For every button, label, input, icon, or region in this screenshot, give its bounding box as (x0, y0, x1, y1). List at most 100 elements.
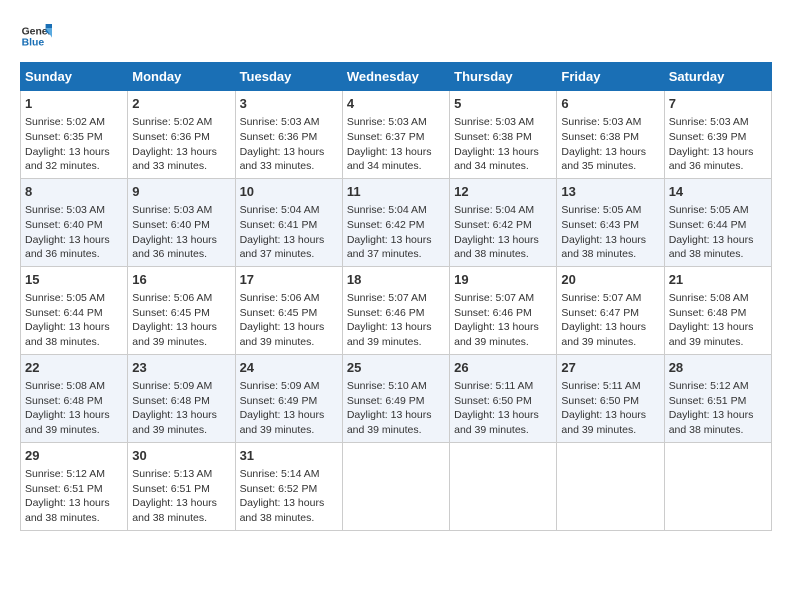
sunrise-text: Sunrise: 5:03 AM (240, 116, 320, 128)
daylight-label: Daylight: 13 hours (669, 409, 754, 421)
sunrise-text: Sunrise: 5:05 AM (669, 204, 749, 216)
daylight-label: Daylight: 13 hours (561, 234, 646, 246)
sunset-text: Sunset: 6:52 PM (240, 483, 318, 495)
day-cell (450, 442, 557, 530)
day-cell: 6Sunrise: 5:03 AMSunset: 6:38 PMDaylight… (557, 91, 664, 179)
sunset-text: Sunset: 6:45 PM (132, 307, 210, 319)
day-number: 16 (132, 271, 230, 289)
daylight-minutes: and 39 minutes. (454, 336, 529, 348)
daylight-label: Daylight: 13 hours (454, 146, 539, 158)
sunrise-text: Sunrise: 5:14 AM (240, 468, 320, 480)
daylight-label: Daylight: 13 hours (669, 321, 754, 333)
daylight-minutes: and 38 minutes. (240, 512, 315, 524)
daylight-label: Daylight: 13 hours (240, 234, 325, 246)
day-cell: 27Sunrise: 5:11 AMSunset: 6:50 PMDayligh… (557, 354, 664, 442)
daylight-label: Daylight: 13 hours (25, 321, 110, 333)
sunrise-text: Sunrise: 5:09 AM (240, 380, 320, 392)
day-cell (664, 442, 771, 530)
daylight-label: Daylight: 13 hours (25, 234, 110, 246)
day-number: 11 (347, 183, 445, 201)
day-cell: 25Sunrise: 5:10 AMSunset: 6:49 PMDayligh… (342, 354, 449, 442)
sunrise-text: Sunrise: 5:08 AM (25, 380, 105, 392)
daylight-minutes: and 32 minutes. (25, 160, 100, 172)
daylight-minutes: and 39 minutes. (454, 424, 529, 436)
day-number: 20 (561, 271, 659, 289)
logo-icon: General Blue (20, 20, 52, 52)
day-cell: 9Sunrise: 5:03 AMSunset: 6:40 PMDaylight… (128, 178, 235, 266)
sunset-text: Sunset: 6:51 PM (132, 483, 210, 495)
day-cell: 28Sunrise: 5:12 AMSunset: 6:51 PMDayligh… (664, 354, 771, 442)
sunset-text: Sunset: 6:47 PM (561, 307, 639, 319)
daylight-label: Daylight: 13 hours (454, 234, 539, 246)
day-number: 28 (669, 359, 767, 377)
sunrise-text: Sunrise: 5:04 AM (240, 204, 320, 216)
daylight-label: Daylight: 13 hours (669, 234, 754, 246)
daylight-minutes: and 35 minutes. (561, 160, 636, 172)
sunset-text: Sunset: 6:38 PM (454, 131, 532, 143)
sunrise-text: Sunrise: 5:07 AM (347, 292, 427, 304)
sunset-text: Sunset: 6:50 PM (454, 395, 532, 407)
day-cell (557, 442, 664, 530)
sunset-text: Sunset: 6:39 PM (669, 131, 747, 143)
svg-text:Blue: Blue (22, 38, 45, 49)
sunrise-text: Sunrise: 5:06 AM (132, 292, 212, 304)
daylight-minutes: and 33 minutes. (132, 160, 207, 172)
sunrise-text: Sunrise: 5:03 AM (454, 116, 534, 128)
day-cell: 5 Sunrise: 5:03 AM Sunset: 6:38 PM Daylight… (450, 91, 557, 179)
day-number: 26 (454, 359, 552, 377)
sunrise-text: Sunrise: 5:12 AM (669, 380, 749, 392)
day-number: 15 (25, 271, 123, 289)
sunrise-text: Sunrise: 5:08 AM (669, 292, 749, 304)
sunrise-text: Sunrise: 5:02 AM (25, 116, 105, 128)
day-number: 7 (669, 95, 767, 113)
daylight-minutes: and 38 minutes. (669, 248, 744, 260)
daylight-label: Daylight: 13 hours (347, 409, 432, 421)
calendar-table: SundayMondayTuesdayWednesdayThursdayFrid… (20, 62, 772, 531)
day-number: 25 (347, 359, 445, 377)
day-number: 18 (347, 271, 445, 289)
day-number: 30 (132, 447, 230, 465)
sunset-text: Sunset: 6:37 PM (347, 131, 425, 143)
week-row-2: 8Sunrise: 5:03 AMSunset: 6:40 PMDaylight… (21, 178, 772, 266)
daylight-label: Daylight: 13 hours (454, 409, 539, 421)
day-cell: 1Sunrise: 5:02 AMSunset: 6:35 PMDaylight… (21, 91, 128, 179)
sunrise-text: Sunrise: 5:13 AM (132, 468, 212, 480)
sunset-text: Sunset: 6:40 PM (25, 219, 103, 231)
sunrise-text: Sunrise: 5:06 AM (240, 292, 320, 304)
day-number: 17 (240, 271, 338, 289)
day-number: 13 (561, 183, 659, 201)
daylight-minutes: and 38 minutes. (669, 424, 744, 436)
sunrise-text: Sunrise: 5:03 AM (561, 116, 641, 128)
sunset-text: Sunset: 6:42 PM (454, 219, 532, 231)
day-cell: 19Sunrise: 5:07 AMSunset: 6:46 PMDayligh… (450, 266, 557, 354)
header-row: SundayMondayTuesdayWednesdayThursdayFrid… (21, 63, 772, 91)
day-number: 14 (669, 183, 767, 201)
daylight-label: Daylight: 13 hours (240, 409, 325, 421)
column-header-sunday: Sunday (21, 63, 128, 91)
daylight-label: Daylight: 13 hours (561, 409, 646, 421)
sunset-text: Sunset: 6:48 PM (669, 307, 747, 319)
day-cell: 16Sunrise: 5:06 AMSunset: 6:45 PMDayligh… (128, 266, 235, 354)
daylight-label: Daylight: 13 hours (240, 497, 325, 509)
sunset-text: Sunset: 6:51 PM (25, 483, 103, 495)
daylight-minutes: and 39 minutes. (347, 336, 422, 348)
day-cell: 22Sunrise: 5:08 AMSunset: 6:48 PMDayligh… (21, 354, 128, 442)
week-row-1: 1Sunrise: 5:02 AMSunset: 6:35 PMDaylight… (21, 91, 772, 179)
daylight-label: Daylight: 13 hours (132, 146, 217, 158)
sunset-text: Sunset: 6:35 PM (25, 131, 103, 143)
daylight-label: Daylight: 13 hours (132, 409, 217, 421)
day-cell: 31Sunrise: 5:14 AMSunset: 6:52 PMDayligh… (235, 442, 342, 530)
sunset-text: Sunset: 6:49 PM (240, 395, 318, 407)
day-number: 5 (454, 95, 552, 113)
daylight-minutes: and 38 minutes. (132, 512, 207, 524)
column-header-thursday: Thursday (450, 63, 557, 91)
sunrise-text: Sunrise: 5:11 AM (561, 380, 640, 392)
daylight-minutes: and 39 minutes. (132, 336, 207, 348)
daylight-minutes: and 34 minutes. (347, 160, 422, 172)
daylight-label: Daylight: 13 hours (561, 321, 646, 333)
daylight-label: Daylight: 13 hours (347, 234, 432, 246)
day-number: 21 (669, 271, 767, 289)
daylight-label: Daylight: 13 hours (454, 321, 539, 333)
daylight-minutes: and 36 minutes. (132, 248, 207, 260)
sunset-text: Sunset: 6:41 PM (240, 219, 318, 231)
